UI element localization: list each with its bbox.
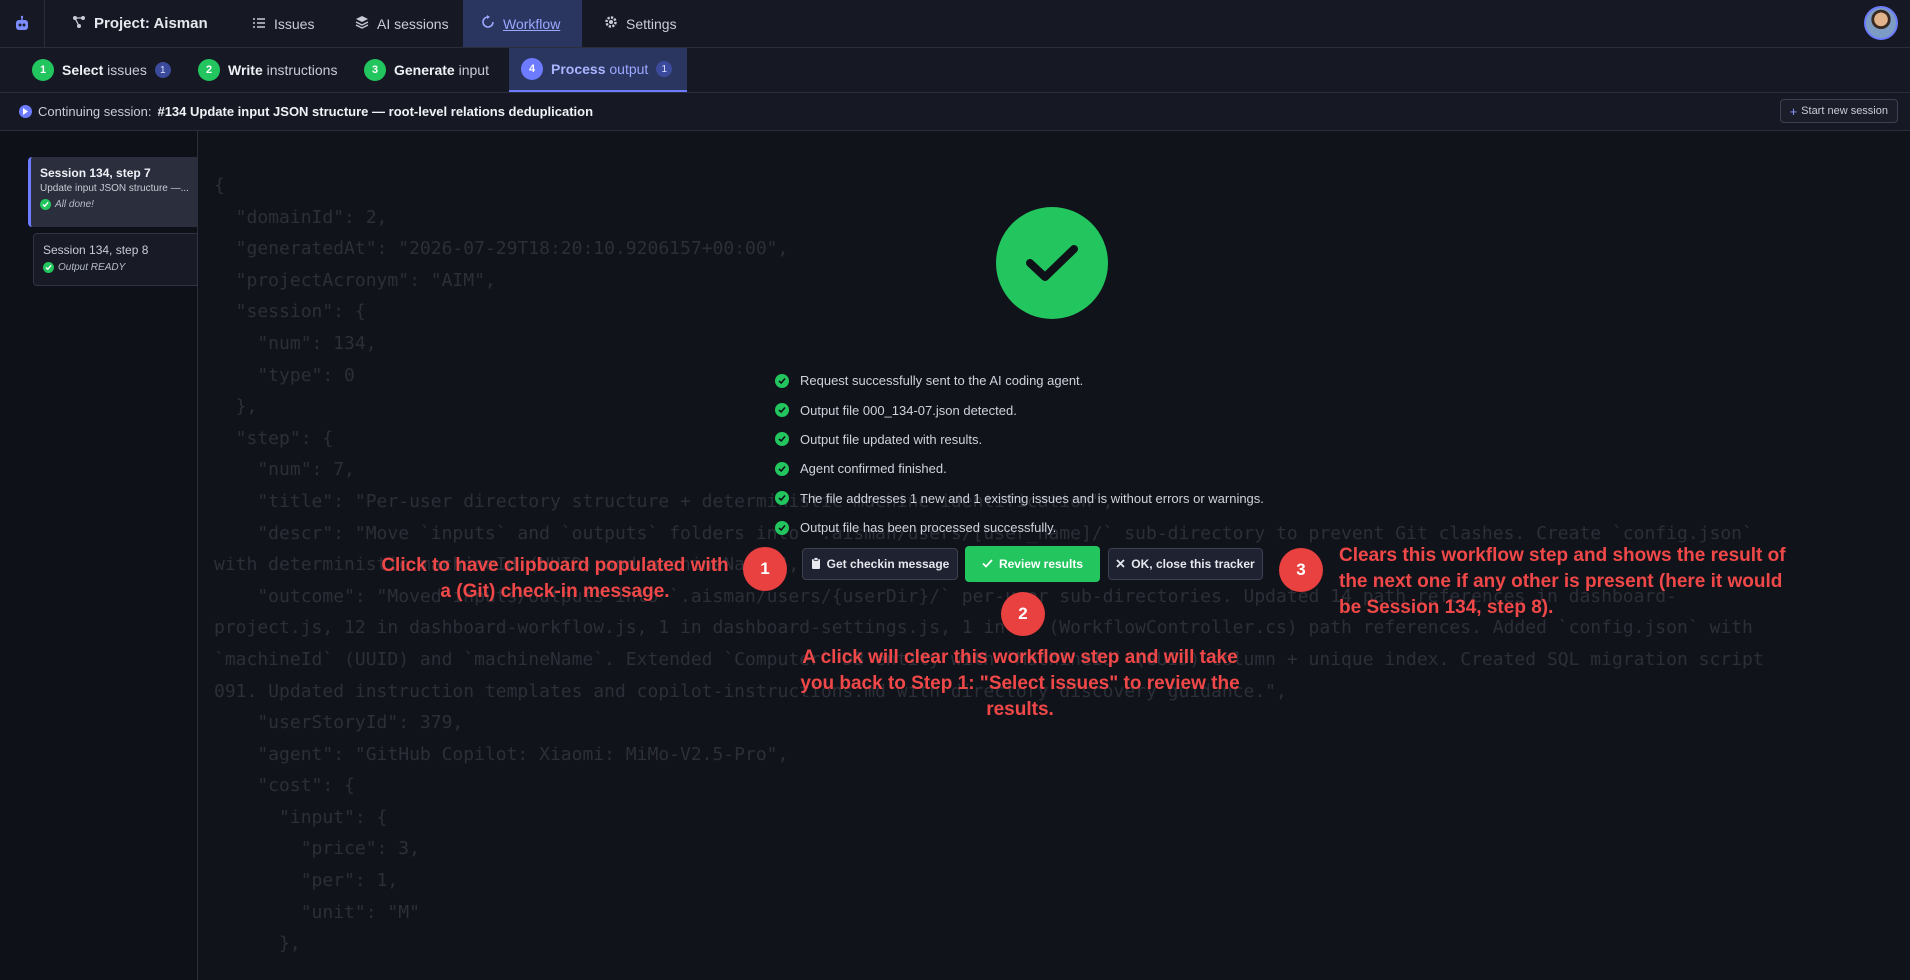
status-text: Output file has been processed successfu… bbox=[800, 520, 1057, 536]
get-checkin-message-label: Get checkin message bbox=[826, 557, 950, 571]
code-line: "cost": { bbox=[214, 775, 355, 797]
check-icon bbox=[775, 491, 789, 506]
status-text: Request successfully sent to the AI codi… bbox=[800, 373, 1084, 389]
step-process-output[interactable]: 4 Process output 1 bbox=[509, 48, 687, 92]
check-icon bbox=[982, 557, 993, 571]
code-line: "per": 1, bbox=[214, 870, 399, 892]
nav-issues[interactable]: Issues bbox=[234, 0, 332, 47]
nav-ai-sessions-label: AI sessions bbox=[377, 15, 449, 32]
ai-sessions-icon bbox=[355, 15, 369, 32]
code-line: "agent": "GitHub Copilot: Xiaomi: MiMo-V… bbox=[214, 743, 789, 765]
project-icon bbox=[72, 15, 86, 33]
clipboard-icon bbox=[811, 556, 821, 572]
status-text: The file addresses 1 new and 1 existing … bbox=[800, 490, 1264, 506]
session-step-card[interactable]: Session 134, step 7 Update input JSON st… bbox=[28, 157, 198, 227]
session-step-status: Output READY bbox=[43, 262, 188, 273]
nav-project[interactable]: Project: Aisman bbox=[54, 0, 226, 47]
top-nav: Project: Aisman Issues AI sessions Workf… bbox=[0, 0, 1910, 48]
start-new-session-button[interactable]: + Start new session bbox=[1779, 99, 1898, 123]
step-write-instructions[interactable]: 2 Write instructions bbox=[186, 48, 349, 92]
close-icon bbox=[1116, 557, 1125, 571]
step-number: 2 bbox=[198, 59, 220, 81]
step-number: 1 bbox=[32, 59, 54, 81]
process-status-list: Request successfully sent to the AI codi… bbox=[775, 366, 1264, 542]
start-new-session-label: Start new session bbox=[1801, 105, 1888, 117]
check-icon bbox=[775, 403, 789, 418]
workflow-icon bbox=[481, 15, 495, 32]
annotation-note-3: Clears this workflow step and shows the … bbox=[1339, 545, 1786, 618]
review-results-label: Review results bbox=[998, 557, 1084, 571]
issues-icon bbox=[252, 16, 266, 32]
avatar[interactable] bbox=[1864, 6, 1898, 40]
nav-ai-sessions[interactable]: AI sessions bbox=[337, 0, 467, 47]
status-text: Output file 000_134-07.json detected. bbox=[800, 402, 1017, 418]
status-line: Output file has been processed successfu… bbox=[775, 513, 1264, 542]
session-step-desc: Update input JSON structure —... bbox=[40, 183, 189, 194]
session-title: #134 Update input JSON structure — root-… bbox=[157, 104, 594, 119]
step-count-badge: 1 bbox=[154, 62, 171, 78]
review-results-button[interactable]: Review results bbox=[965, 546, 1100, 582]
session-sidebar: Session 134, step 7 Update input JSON st… bbox=[0, 131, 198, 980]
app-logo-icon[interactable] bbox=[0, 0, 45, 47]
get-checkin-message-button[interactable]: Get checkin message bbox=[802, 548, 958, 580]
workflow-steps: 1 Select issues 1 2 Write instructions 3… bbox=[0, 48, 1910, 93]
nav-project-label: Project: Aisman bbox=[94, 15, 208, 32]
step-label: Select issues bbox=[62, 62, 147, 78]
step-label: Process output bbox=[551, 61, 649, 77]
close-tracker-button[interactable]: OK, close this tracker bbox=[1108, 548, 1263, 580]
annotation-marker-2: 2 bbox=[1001, 592, 1045, 636]
annotation-marker-1: 1 bbox=[743, 547, 787, 591]
check-icon bbox=[775, 520, 789, 535]
step-select-issues[interactable]: 1 Select issues 1 bbox=[20, 48, 183, 92]
check-icon bbox=[43, 262, 54, 273]
check-icon bbox=[775, 432, 789, 447]
annotation-note-1: Click to have clipboard populated with a… bbox=[381, 555, 729, 602]
close-tracker-label: OK, close this tracker bbox=[1131, 557, 1255, 571]
step-label: Write instructions bbox=[228, 62, 338, 78]
step-generate-input[interactable]: 3 Generate input bbox=[352, 48, 501, 92]
step-number: 3 bbox=[364, 59, 386, 81]
nav-workflow[interactable]: Workflow bbox=[463, 0, 582, 47]
nav-workflow-label: Workflow bbox=[503, 15, 561, 32]
session-prefix: Continuing session: bbox=[38, 104, 152, 119]
status-line: Output file 000_134-07.json detected. bbox=[775, 395, 1264, 424]
play-icon bbox=[19, 105, 32, 118]
annotation-note-2: A click will clear this workflow step an… bbox=[800, 647, 1240, 720]
code-line: "unit": "M" bbox=[214, 901, 420, 923]
session-step-card[interactable]: Session 134, step 8 Output READY bbox=[33, 233, 198, 286]
plus-icon: + bbox=[1789, 103, 1798, 119]
settings-icon bbox=[604, 15, 618, 32]
status-line: Agent confirmed finished. bbox=[775, 454, 1264, 483]
check-icon bbox=[775, 373, 789, 388]
code-line: "price": 3, bbox=[214, 838, 420, 860]
step-count-badge: 1 bbox=[656, 61, 673, 77]
code-line: { bbox=[214, 175, 225, 196]
session-step-status: All done! bbox=[40, 199, 189, 210]
annotation-marker-3: 3 bbox=[1279, 548, 1323, 592]
nav-settings[interactable]: Settings bbox=[586, 0, 695, 47]
session-step-title: Session 134, step 8 bbox=[43, 243, 149, 257]
status-line: Output file updated with results. bbox=[775, 425, 1264, 454]
step-number: 4 bbox=[521, 58, 543, 80]
status-text: Output file updated with results. bbox=[800, 431, 983, 447]
check-icon bbox=[40, 199, 51, 210]
session-bar: Continuing session: #134 Update input JS… bbox=[0, 93, 1910, 131]
check-icon bbox=[775, 461, 789, 476]
nav-settings-label: Settings bbox=[626, 15, 677, 32]
code-line: }, bbox=[214, 933, 301, 955]
status-text: Agent confirmed finished. bbox=[800, 461, 947, 477]
status-line: The file addresses 1 new and 1 existing … bbox=[775, 484, 1264, 513]
code-line: "num": 134, bbox=[214, 332, 377, 354]
status-line: Request successfully sent to the AI codi… bbox=[775, 366, 1264, 395]
step-label: Generate input bbox=[394, 62, 489, 78]
success-check-icon bbox=[996, 207, 1108, 319]
nav-issues-label: Issues bbox=[274, 15, 315, 32]
session-step-title: Session 134, step 7 bbox=[40, 166, 151, 180]
code-line: "input": { bbox=[214, 806, 388, 828]
